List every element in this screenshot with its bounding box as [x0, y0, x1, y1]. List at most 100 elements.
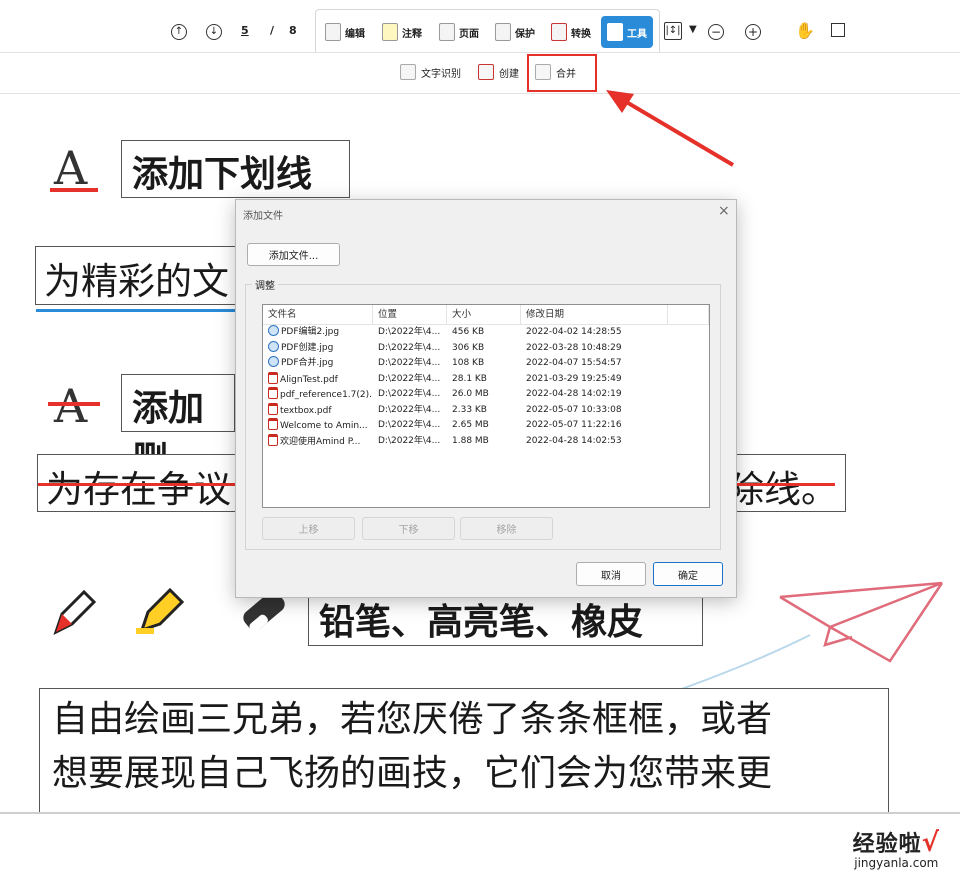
zoom-out-icon[interactable]: −	[708, 24, 724, 40]
file-row[interactable]: 欢迎使用Amind P... D:\2022年\4... 1.88 MB 2022-0…	[263, 433, 709, 450]
top-toolbar: ↑ ↓ 5 / 8 编辑 注释 页面 保护 转换 工具 |↕| ▼ − + ✋	[0, 0, 960, 53]
merge-button[interactable]: 合并	[535, 64, 576, 80]
file-row[interactable]: AlignTest.pdf D:\2022年\4... 28.1 KB 2021-03…	[263, 371, 709, 388]
tab-edit[interactable]: 编辑	[325, 18, 365, 46]
file-size: 26.0 MB	[452, 389, 489, 399]
file-name: 欢迎使用Amind P...	[280, 436, 361, 447]
cancel-button[interactable]: 取消	[576, 562, 646, 586]
file-name-cell: AlignTest.pdf	[263, 371, 373, 388]
add-files-dialog: 添加文件 × 添加文件... 调整 文件名 位置 大小 修改日期 PDF编辑2.…	[235, 199, 737, 598]
tab-page-label: 页面	[459, 28, 479, 40]
page-total: 8	[289, 24, 297, 37]
file-row[interactable]: pdf_reference1.7(2)... D:\2022年\4... 26.0 …	[263, 387, 709, 403]
file-row[interactable]: PDF创建.jpg D:\2022年\4... 306 KB 2022-03-28 1…	[263, 340, 709, 357]
convert-icon	[551, 23, 567, 41]
file-name: pdf_reference1.7(2)...	[280, 390, 373, 400]
file-modified: 2022-04-28 14:02:19	[526, 389, 622, 399]
underline-sample-text: 为精彩的文	[36, 247, 242, 312]
file-name: textbox.pdf	[280, 405, 332, 416]
page-separator: /	[270, 24, 275, 37]
tab-convert[interactable]: 转换	[551, 18, 591, 46]
file-row[interactable]: PDF合并.jpg D:\2022年\4... 108 KB 2022-04-07 1…	[263, 356, 709, 372]
file-location: D:\2022年\4...	[378, 373, 441, 384]
tab-page[interactable]: 页面	[439, 18, 479, 46]
column-header-name[interactable]: 文件名	[263, 305, 373, 324]
file-modified: 2022-05-07 11:22:16	[526, 420, 622, 430]
zoom-in-icon[interactable]: +	[745, 24, 761, 40]
column-header-modified[interactable]: 修改日期	[521, 305, 668, 324]
page-icon	[439, 23, 455, 41]
file-list[interactable]: 文件名 位置 大小 修改日期 PDF编辑2.jpg D:\2022年\4... 45…	[262, 304, 710, 508]
file-name-cell: textbox.pdf	[263, 402, 373, 419]
tab-protect-label: 保护	[515, 28, 535, 40]
ok-button[interactable]: 确定	[653, 562, 723, 586]
watermark-url: jingyanla.com	[854, 856, 939, 870]
file-size: 306 KB	[452, 342, 485, 353]
ocr-button[interactable]: 文字识别	[400, 64, 461, 80]
file-size: 456 KB	[452, 327, 485, 337]
move-up-button[interactable]: 上移	[262, 517, 355, 540]
file-row[interactable]: PDF编辑2.jpg D:\2022年\4... 456 KB 2022-04-02 …	[263, 325, 709, 341]
file-location: D:\2022年\4...	[378, 435, 441, 446]
dropdown-arrow-icon[interactable]: ▼	[689, 24, 697, 35]
underline-tool-icon: A	[50, 141, 98, 195]
file-modified: 2022-04-02 14:28:55	[526, 327, 622, 337]
add-files-button[interactable]: 添加文件...	[247, 243, 340, 266]
fit-width-icon[interactable]: |↕|	[664, 22, 682, 40]
pdf-file-icon	[268, 387, 278, 399]
file-rows: PDF编辑2.jpg D:\2022年\4... 456 KB 2022-04-02 …	[263, 325, 709, 449]
heading-underline-box: 添加下划线	[121, 140, 350, 198]
tab-convert-label: 转换	[571, 28, 591, 40]
watermark-check-icon: √	[921, 828, 940, 858]
create-label: 创建	[499, 68, 519, 80]
select-tool-icon[interactable]	[831, 23, 845, 37]
create-button[interactable]: 创建	[478, 64, 519, 80]
pdf-file-icon	[268, 402, 278, 415]
merge-icon	[535, 64, 551, 80]
paragraph-line-2: 想要展现自己飞扬的画技，它们会为您带来更	[52, 753, 773, 794]
file-name: PDF合并.jpg	[281, 358, 334, 368]
pdf-file-icon	[268, 371, 278, 384]
tab-protect[interactable]: 保护	[495, 18, 535, 46]
strike-line-right	[735, 483, 835, 486]
close-icon[interactable]: ×	[718, 203, 730, 219]
heading-underline: 添加下划线	[132, 154, 313, 195]
file-size: 2.65 MB	[452, 420, 489, 430]
file-modified: 2022-03-28 10:48:29	[526, 342, 622, 353]
file-name-cell: pdf_reference1.7(2)...	[263, 387, 373, 403]
file-location: D:\2022年\4...	[378, 342, 441, 353]
tab-edit-label: 编辑	[345, 28, 365, 40]
column-header-filler	[668, 305, 709, 324]
strike-sample-left-box: 为存在争议	[37, 454, 236, 512]
file-name-cell: PDF合并.jpg	[263, 356, 373, 372]
next-page-icon[interactable]: ↓	[206, 24, 222, 40]
remove-button[interactable]: 移除	[460, 517, 553, 540]
paragraph-line-1: 自由绘画三兄弟，若您厌倦了条条框框，或者	[52, 699, 773, 740]
file-size: 1.88 MB	[452, 435, 489, 446]
file-list-header: 文件名 位置 大小 修改日期	[263, 305, 709, 325]
bottom-bar	[0, 812, 960, 882]
hand-tool-icon[interactable]: ✋	[795, 21, 815, 40]
strike-line	[38, 483, 236, 486]
column-header-location[interactable]: 位置	[373, 305, 447, 324]
file-name: Welcome to Amin...	[280, 421, 368, 431]
file-row[interactable]: Welcome to Amin... D:\2022年\4... 2.65 MB 20…	[263, 418, 709, 434]
move-down-button[interactable]: 下移	[362, 517, 455, 540]
strike-sample-right-text: 除线。	[727, 468, 838, 511]
svg-text:A: A	[53, 141, 88, 195]
paragraph-box: 自由绘画三兄弟，若您厌倦了条条框框，或者 想要展现自己飞扬的画技，它们会为您带来…	[39, 688, 889, 812]
watermark: 经验啦√ jingyanla.com	[853, 826, 940, 870]
file-modified: 2022-05-07 10:33:08	[526, 404, 622, 415]
tab-annotate-label: 注释	[402, 28, 422, 40]
adjust-group-label: 调整	[252, 277, 278, 292]
column-header-size[interactable]: 大小	[447, 305, 521, 324]
previous-page-icon[interactable]: ↑	[171, 24, 187, 40]
strike-sample-left-text: 为存在争议	[46, 468, 231, 511]
tab-tools[interactable]: 工具	[601, 16, 653, 48]
file-row[interactable]: textbox.pdf D:\2022年\4... 2.33 KB 2022-05-0…	[263, 402, 709, 419]
file-name: PDF编辑2.jpg	[281, 327, 340, 337]
page-number-input[interactable]: 5	[241, 24, 249, 37]
create-icon	[478, 64, 494, 80]
tab-annotate[interactable]: 注释	[382, 18, 422, 46]
heading-strike-box: 添加删	[121, 374, 235, 481]
